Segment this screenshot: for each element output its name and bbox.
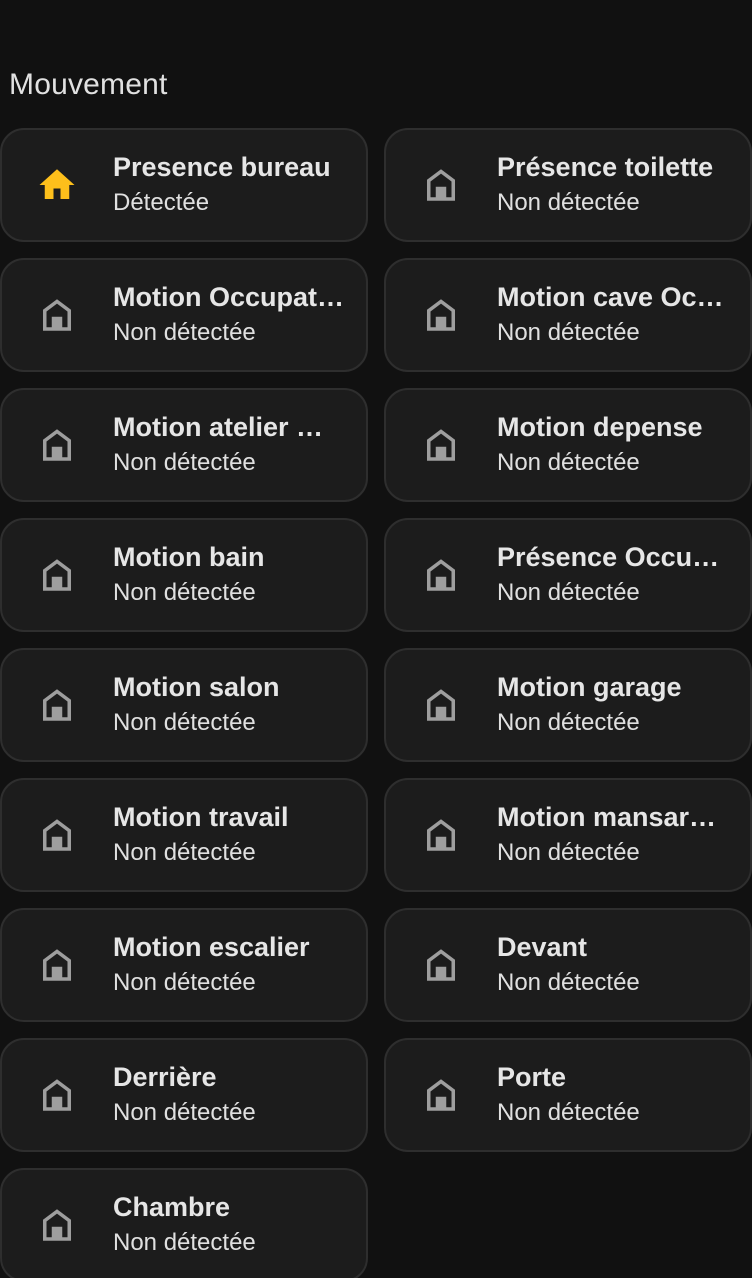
- tile-info: Motion atelier O… Non détectée: [113, 409, 344, 481]
- tile-motion-sensor[interactable]: Porte Non détectée: [384, 1038, 752, 1152]
- tile-name: Derrière: [113, 1062, 217, 1092]
- tile-state: Non détectée: [113, 709, 256, 736]
- tile-state: Non détectée: [497, 319, 640, 346]
- tile-name: Motion cave Occ…: [497, 282, 728, 312]
- tile-info: Motion cave Occ… Non détectée: [497, 279, 728, 351]
- tile-info: Derrière Non détectée: [113, 1059, 344, 1131]
- tile-info: Motion depense Non détectée: [497, 409, 728, 481]
- tile-info: Présence toilette Non détectée: [497, 149, 728, 221]
- home-outline-icon[interactable]: [36, 814, 78, 856]
- home-outline-icon[interactable]: [36, 1204, 78, 1246]
- tile-motion-sensor[interactable]: Motion mansard… Non détectée: [384, 778, 752, 892]
- tile-motion-sensor[interactable]: Devant Non détectée: [384, 908, 752, 1022]
- tile-state: Non détectée: [497, 189, 640, 216]
- tile-info: Motion bain Non détectée: [113, 539, 344, 611]
- tile-motion-sensor[interactable]: Motion Occupati… Non détectée: [0, 258, 368, 372]
- home-outline-icon[interactable]: [36, 944, 78, 986]
- tile-state: Non détectée: [113, 579, 256, 606]
- tile-info: Porte Non détectée: [497, 1059, 728, 1131]
- tile-state: Détectée: [113, 189, 210, 216]
- tile-name: Devant: [497, 932, 588, 962]
- tile-motion-sensor[interactable]: Présence toilette Non détectée: [384, 128, 752, 242]
- tile-name: Porte: [497, 1062, 567, 1092]
- motion-tile-grid: Presence bureau Détectée Présence toilette…: [0, 128, 752, 1278]
- tile-state: Non détectée: [113, 969, 256, 996]
- tile-state: Non détectée: [113, 449, 256, 476]
- home-icon[interactable]: [36, 164, 78, 206]
- tile-info: Motion salon Non détectée: [113, 669, 344, 741]
- home-outline-icon[interactable]: [420, 944, 462, 986]
- tile-info: Motion mansard… Non détectée: [497, 799, 728, 871]
- tile-motion-sensor[interactable]: Derrière Non détectée: [0, 1038, 368, 1152]
- tile-name: Presence bureau: [113, 152, 331, 182]
- tile-state: Non détectée: [497, 449, 640, 476]
- home-outline-icon[interactable]: [420, 814, 462, 856]
- tile-name: Présence toilette: [497, 152, 714, 182]
- home-outline-icon[interactable]: [36, 684, 78, 726]
- tile-state: Non détectée: [113, 1229, 256, 1256]
- tile-motion-sensor[interactable]: Motion atelier O… Non détectée: [0, 388, 368, 502]
- tile-state: Non détectée: [113, 1099, 256, 1126]
- tile-state: Non détectée: [497, 1099, 640, 1126]
- tile-info: Motion Occupati… Non détectée: [113, 279, 344, 351]
- tile-name: Motion garage: [497, 672, 682, 702]
- tile-name: Motion bain: [113, 542, 265, 572]
- home-outline-icon[interactable]: [420, 554, 462, 596]
- home-outline-icon[interactable]: [36, 294, 78, 336]
- tile-name: Motion salon: [113, 672, 280, 702]
- tile-name: Motion travail: [113, 802, 289, 832]
- tile-info: Chambre Non détectée: [113, 1189, 344, 1261]
- home-outline-icon[interactable]: [420, 684, 462, 726]
- tile-info: Motion escalier Non détectée: [113, 929, 344, 1001]
- tile-motion-sensor[interactable]: Chambre Non détectée: [0, 1168, 368, 1278]
- tile-name: Motion mansard…: [497, 802, 728, 832]
- home-outline-icon[interactable]: [36, 424, 78, 466]
- tile-state: Non détectée: [497, 579, 640, 606]
- home-outline-icon[interactable]: [420, 294, 462, 336]
- dashboard-page: Mouvement Presence bureau Détectée Présenc…: [0, 0, 752, 1278]
- tile-name: Motion atelier O…: [113, 412, 344, 442]
- home-outline-icon[interactable]: [420, 1074, 462, 1116]
- tile-state: Non détectée: [113, 319, 256, 346]
- tile-name: Présence Occup…: [497, 542, 728, 572]
- home-outline-icon[interactable]: [420, 424, 462, 466]
- tile-motion-sensor[interactable]: Motion salon Non détectée: [0, 648, 368, 762]
- tile-name: Chambre: [113, 1192, 231, 1222]
- section-title: Mouvement: [9, 68, 168, 101]
- tile-state: Non détectée: [497, 839, 640, 866]
- tile-info: Présence Occup… Non détectée: [497, 539, 728, 611]
- tile-state: Non détectée: [497, 969, 640, 996]
- tile-motion-sensor[interactable]: Presence bureau Détectée: [0, 128, 368, 242]
- tile-motion-sensor[interactable]: Motion bain Non détectée: [0, 518, 368, 632]
- tile-info: Motion travail Non détectée: [113, 799, 344, 871]
- tile-state: Non détectée: [113, 839, 256, 866]
- home-outline-icon[interactable]: [420, 164, 462, 206]
- tile-motion-sensor[interactable]: Motion depense Non détectée: [384, 388, 752, 502]
- tile-state: Non détectée: [497, 709, 640, 736]
- tile-motion-sensor[interactable]: Motion escalier Non détectée: [0, 908, 368, 1022]
- tile-motion-sensor[interactable]: Motion travail Non détectée: [0, 778, 368, 892]
- tile-motion-sensor[interactable]: Présence Occup… Non détectée: [384, 518, 752, 632]
- tile-motion-sensor[interactable]: Motion garage Non détectée: [384, 648, 752, 762]
- tile-info: Presence bureau Détectée: [113, 149, 344, 221]
- tile-name: Motion Occupati…: [113, 282, 344, 312]
- home-outline-icon[interactable]: [36, 1074, 78, 1116]
- tile-name: Motion depense: [497, 412, 703, 442]
- tile-name: Motion escalier: [113, 932, 310, 962]
- tile-info: Motion garage Non détectée: [497, 669, 728, 741]
- tile-motion-sensor[interactable]: Motion cave Occ… Non détectée: [384, 258, 752, 372]
- tile-info: Devant Non détectée: [497, 929, 728, 1001]
- home-outline-icon[interactable]: [36, 554, 78, 596]
